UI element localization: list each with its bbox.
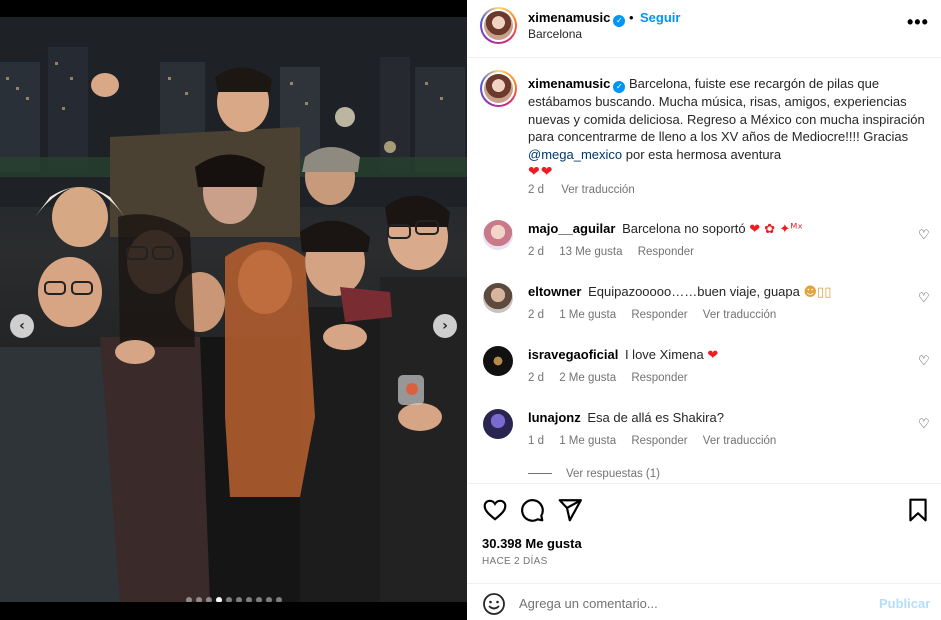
comment-bubble-icon[interactable] (519, 497, 545, 523)
post-date: HACE 2 DÍAS (482, 556, 548, 567)
carousel-dots (186, 597, 282, 602)
comment-item: lunajonz Esa de allá es Shakira? 1 d 1 M… (480, 409, 930, 459)
comment-body: Barcelona no soportó (622, 221, 746, 236)
commenter-username[interactable]: lunajonz (528, 410, 581, 425)
carousel-dot (276, 597, 282, 602)
view-replies-link[interactable]: Ver respuestas (1) (528, 468, 660, 480)
comment-likes[interactable]: 2 Me gusta (559, 372, 616, 384)
heart-emoji-icon: ❤❤ (528, 164, 554, 180)
comment-emoji-icon: ☻▯▯ (803, 285, 832, 300)
view-replies-label[interactable]: Ver respuestas (1) (566, 468, 660, 480)
comment-input[interactable] (519, 592, 869, 614)
post-photo[interactable]: ‹ › (0, 17, 467, 602)
header-separator: • (629, 10, 634, 25)
caption-author-avatar[interactable] (480, 70, 517, 107)
likes-count[interactable]: 30.398 Me gusta (482, 536, 582, 551)
comment-time[interactable]: 1 d (528, 435, 544, 447)
comment-text-line: lunajonz Esa de allá es Shakira? (528, 410, 724, 425)
commenter-avatar[interactable] (483, 283, 513, 313)
comment-meta: 2 d 2 Me gusta Responder (528, 372, 700, 384)
author-avatar[interactable] (480, 7, 517, 44)
comment-meta: 2 d 1 Me gusta Responder Ver traducción (528, 309, 788, 321)
carousel-dot (226, 597, 232, 602)
caption-time[interactable]: 2 d (528, 184, 544, 196)
carousel-dot (246, 597, 252, 602)
caption-translate-link[interactable]: Ver traducción (561, 184, 635, 196)
comment-reply-button[interactable]: Responder (631, 309, 687, 321)
carousel-dot (186, 597, 192, 602)
caption-meta: 2 d Ver traducción (528, 184, 649, 196)
author-username-block: ximenamusic ✓ (528, 10, 626, 27)
comment-like-heart-icon[interactable]: ♡ (918, 354, 930, 369)
carousel-dot (256, 597, 262, 602)
post-header: ximenamusic ✓ • Seguir Barcelona ••• (467, 0, 941, 58)
comment-body: I love Ximena (624, 347, 704, 362)
more-options-icon[interactable]: ••• (907, 12, 929, 33)
comment-translate-link[interactable]: Ver traducción (703, 309, 777, 321)
commenter-username[interactable]: eltowner (528, 284, 581, 299)
comment-time[interactable]: 2 d (528, 309, 544, 321)
comment-likes[interactable]: 13 Me gusta (559, 246, 622, 258)
comment-like-heart-icon[interactable]: ♡ (918, 228, 930, 243)
comment-meta: 2 d 13 Me gusta Responder (528, 246, 706, 258)
comment-item: majo__aguilar Barcelona no soportó ❤ ✿ ✦… (480, 220, 930, 270)
caption-mention-link[interactable]: @mega_mexico (528, 147, 622, 162)
like-heart-icon[interactable] (482, 497, 508, 523)
carousel-next-button[interactable]: › (433, 314, 457, 338)
commenter-avatar[interactable] (483, 220, 513, 250)
commenter-avatar[interactable] (483, 346, 513, 376)
publish-button[interactable]: Publicar (879, 596, 930, 611)
comment-time[interactable]: 2 d (528, 372, 544, 384)
comment-item: isravegaoficial I love Ximena ❤ 2 d 2 Me… (480, 346, 930, 396)
comment-like-heart-icon[interactable]: ♡ (918, 291, 930, 306)
comment-reply-button[interactable]: Responder (638, 246, 694, 258)
post-side-panel: ximenamusic ✓ • Seguir Barcelona ••• xime… (467, 0, 941, 620)
follow-button[interactable]: Seguir (640, 10, 680, 25)
caption-verified-badge-icon: ✓ (613, 81, 626, 93)
caption-username[interactable]: ximenamusic (528, 76, 610, 91)
carousel-dot (206, 597, 212, 602)
post-actions: 30.398 Me gusta HACE 2 DÍAS (467, 483, 941, 580)
comment-like-heart-icon[interactable]: ♡ (918, 417, 930, 432)
replies-divider (528, 473, 552, 475)
comment-emoji-icon: ❤ (707, 348, 719, 363)
author-username[interactable]: ximenamusic (528, 10, 610, 25)
screen: ‹ › ximenamusic ✓ • Seguir Barcelona ••• … (0, 0, 941, 620)
comment-translate-link[interactable]: Ver traducción (703, 435, 777, 447)
comment-emoji-icon: ❤ ✿ ✦ᴹˣ (749, 222, 804, 237)
share-send-icon[interactable] (557, 497, 583, 523)
commenter-username[interactable]: isravegaoficial (528, 347, 618, 362)
comment-reply-button[interactable]: Responder (631, 435, 687, 447)
save-bookmark-icon[interactable] (905, 497, 931, 523)
comment-text-line: majo__aguilar Barcelona no soportó ❤ ✿ ✦… (528, 221, 803, 237)
post-location[interactable]: Barcelona (528, 27, 582, 41)
comment-reply-button[interactable]: Responder (631, 372, 687, 384)
comment-item: eltowner Equipazooooo……buen viaje, guapa… (480, 283, 930, 333)
comment-likes[interactable]: 1 Me gusta (559, 435, 616, 447)
caption-text-block: ximenamusic ✓ Barcelona, fuiste ese recar… (528, 75, 926, 182)
verified-badge-icon: ✓ (613, 15, 626, 27)
comment-likes[interactable]: 1 Me gusta (559, 309, 616, 321)
carousel-dot (236, 597, 242, 602)
commenter-username[interactable]: majo__aguilar (528, 221, 615, 236)
caption-body-end: por esta hermosa aventura (625, 146, 782, 162)
comment-time[interactable]: 2 d (528, 246, 544, 258)
carousel-dot (216, 597, 222, 602)
comment-body: Equipazooooo……buen viaje, guapa (588, 284, 800, 299)
comment-meta: 1 d 1 Me gusta Responder Ver traducción (528, 435, 788, 447)
commenter-avatar[interactable] (483, 409, 513, 439)
carousel-dot (196, 597, 202, 602)
group-of-people-illustration (0, 67, 467, 602)
carousel-prev-button[interactable]: ‹ (10, 314, 34, 338)
emoji-smiley-icon[interactable] (482, 592, 506, 616)
comment-text-line: isravegaoficial I love Ximena ❤ (528, 347, 718, 363)
comment-text-line: eltowner Equipazooooo……buen viaje, guapa… (528, 284, 831, 300)
comment-body: Esa de allá es Shakira? (587, 410, 724, 425)
carousel-dot (266, 597, 272, 602)
comment-composer: Publicar (467, 583, 941, 620)
